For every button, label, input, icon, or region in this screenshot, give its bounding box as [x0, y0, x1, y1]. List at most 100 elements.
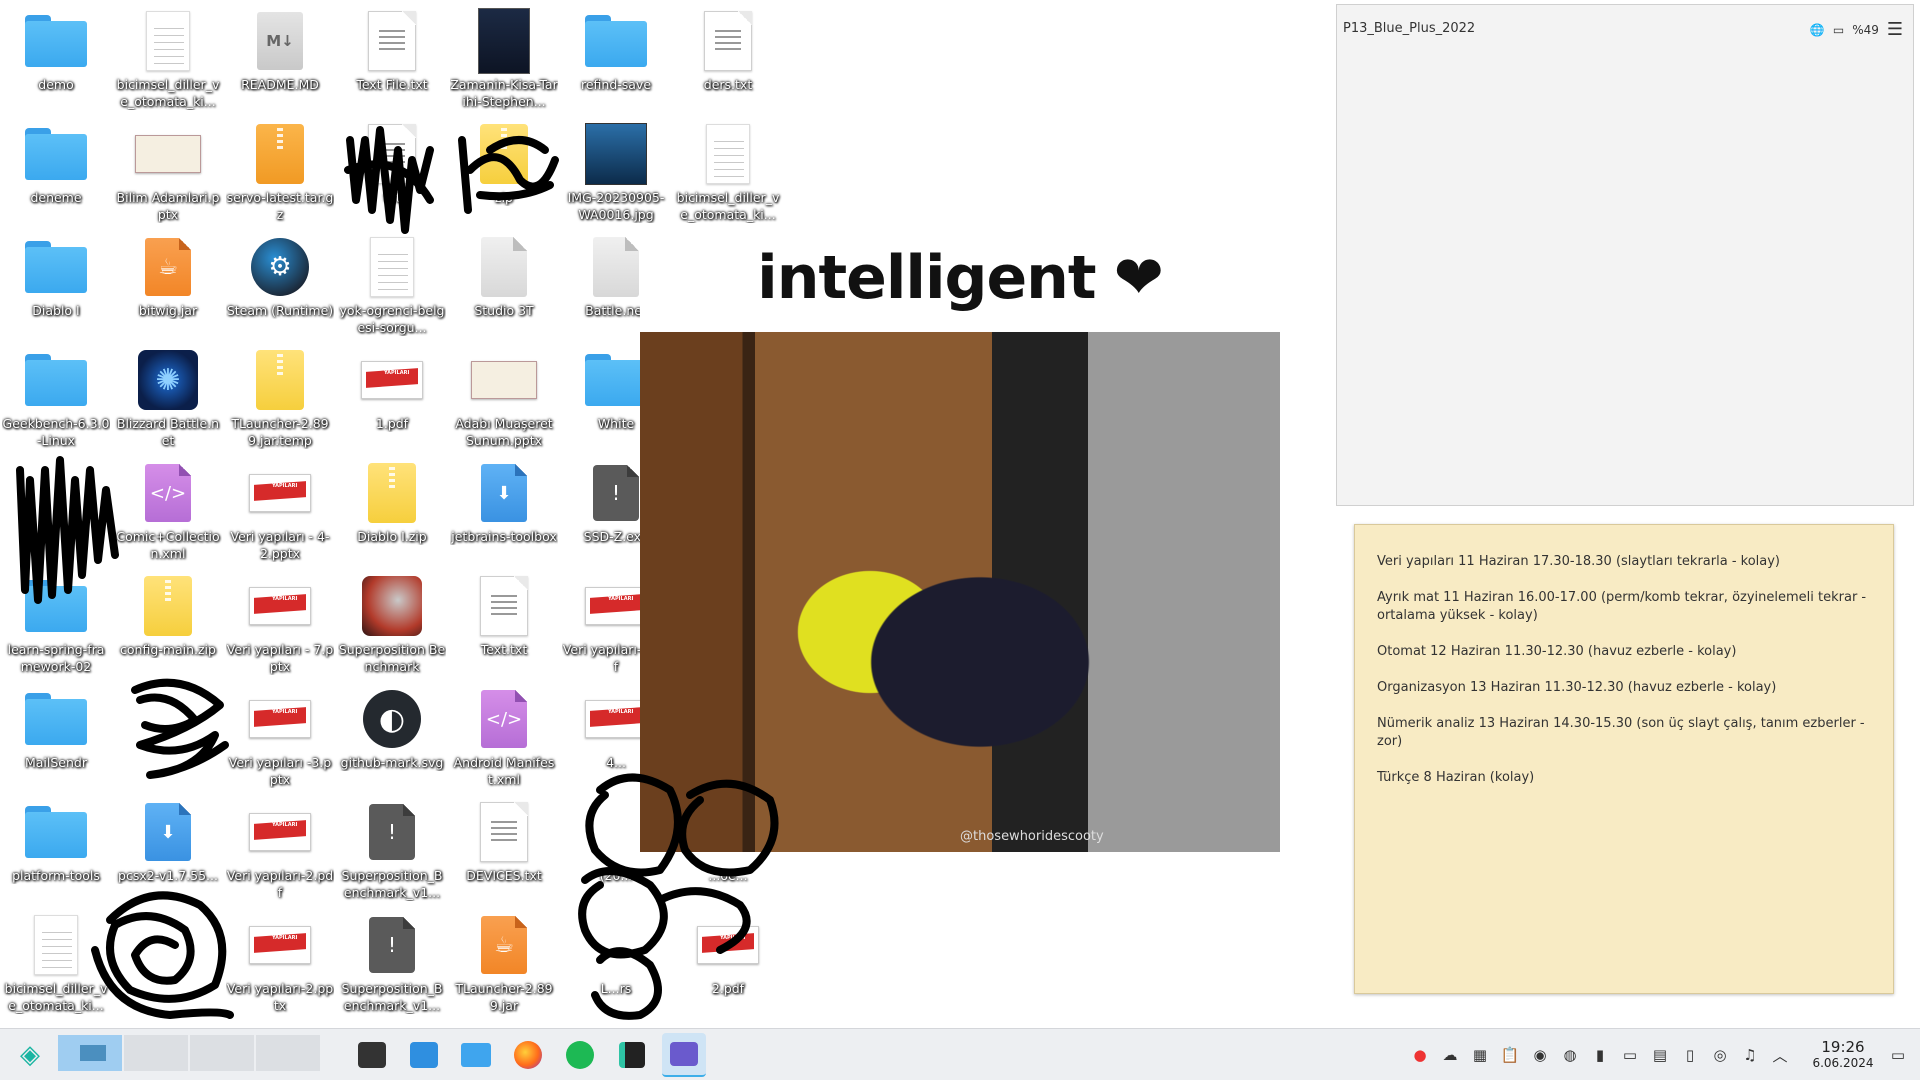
- desktop-icon[interactable]: IMG-20230905-WA0016.jpg: [560, 113, 672, 226]
- desktop-icon[interactable]: Text File.txt: [336, 0, 448, 113]
- network-alert-icon[interactable]: ●: [1406, 1041, 1434, 1069]
- desktop-icon[interactable]: ders.txt: [672, 0, 784, 113]
- pager-desktop-2[interactable]: [124, 1034, 188, 1071]
- display-icon[interactable]: ▭: [1616, 1041, 1644, 1069]
- desktop-icon[interactable]: platform-tools: [0, 791, 112, 904]
- desktop-icon[interactable]: VERİ YAPILARI 2.pdf: [672, 904, 784, 1017]
- desktop-icon[interactable]: Adabı Muaşeret Sunum.pptx: [448, 339, 560, 452]
- desktop-icon-glyph: [471, 347, 537, 413]
- desktop-icon[interactable]: </> Comic+Collection.xml: [112, 452, 224, 565]
- music-icon[interactable]: ♫: [1736, 1041, 1764, 1069]
- desktop-icon[interactable]: Diablo I.zip: [336, 452, 448, 565]
- meme-image[interactable]: intelligent ❤ @thosewhoridescooty: [640, 224, 1280, 852]
- desktop-icon[interactable]: ☕ TLauncher-2.899.jar: [448, 904, 560, 1017]
- desktop-icon[interactable]: Bilim Adamlari.pptx: [112, 113, 224, 226]
- pager-desktop-3[interactable]: [190, 1034, 254, 1071]
- generic-file-icon: [481, 237, 527, 297]
- desktop-icon[interactable]: learn-spring-framework-02: [0, 565, 112, 678]
- battery-icon[interactable]: ▯: [1676, 1041, 1704, 1069]
- desktop-icon[interactable]: Geekbench-6.3.0-Linux: [0, 339, 112, 452]
- desktop-icon[interactable]: yok-ogrenci-belgesi-sorgu...: [336, 226, 448, 339]
- desktop-icon[interactable]: bicimsel_diller_ve_otomata_ki...: [0, 904, 112, 1017]
- desktop-icon[interactable]: ⚙ Steam (Runtime): [224, 226, 336, 339]
- desktop-icon[interactable]: ⬇ pcsx2-v1.7.55...: [112, 791, 224, 904]
- desktop-icon[interactable]: VERİ YAPILARI Veri yapıları - 4-2.pptx: [224, 452, 336, 565]
- app-launcher-button[interactable]: ◈: [8, 1033, 52, 1077]
- desktop-icon[interactable]: txt: [336, 113, 448, 226]
- notes-widget[interactable]: P13_Blue_Plus_2022 🌐 ▭ %49 ☰: [1336, 4, 1914, 506]
- sticky-note[interactable]: Veri yapıları 11 Haziran 17.30-18.30 (sl…: [1354, 524, 1894, 994]
- terminal-button[interactable]: [610, 1033, 654, 1077]
- desktop-icon-label: README.MD: [241, 77, 319, 92]
- spotify-button[interactable]: [558, 1033, 602, 1077]
- task-manager-button[interactable]: [350, 1033, 394, 1077]
- clipboard-icon[interactable]: 📋: [1496, 1041, 1524, 1069]
- desktop-icon[interactable]: Text.txt: [448, 565, 560, 678]
- desktop-icon[interactable]: Diablo I: [0, 226, 112, 339]
- discover-button[interactable]: [402, 1033, 446, 1077]
- desktop-icon[interactable]: MailSendr: [0, 678, 112, 791]
- desktop-icon-glyph: [23, 686, 89, 752]
- desktop-icon[interactable]: demo: [0, 0, 112, 113]
- pdf-thumbnail-icon: VERİ YAPILARI: [249, 587, 311, 625]
- globe-icon[interactable]: ◉: [1526, 1041, 1554, 1069]
- battery-icon: ▭: [1832, 22, 1845, 37]
- desktop-icon-glyph: VERİ YAPILARI: [247, 912, 313, 978]
- desktop-icon[interactable]: ✺ Blizzard Battle.net: [112, 339, 224, 452]
- desktop-icon[interactable]: M↓ README.MD: [224, 0, 336, 113]
- pager-desktop-4[interactable]: [256, 1034, 320, 1071]
- pdf-thumbnail-icon: VERİ YAPILARI: [361, 361, 423, 399]
- desktop-icon[interactable]: </> Android Manifest.xml: [448, 678, 560, 791]
- desktop-icon[interactable]: Zamanin-Kisa-Tarihi-Stephen...: [448, 0, 560, 113]
- chevron-up-icon[interactable]: ︿: [1766, 1041, 1794, 1069]
- virtual-desktop-pager[interactable]: [58, 1034, 322, 1075]
- desktop-icon[interactable]: servo-latest.tar.gz: [224, 113, 336, 226]
- desktop-icon[interactable]: bicimsel_diller_ve_otomata_ki...: [672, 113, 784, 226]
- desktop-icon[interactable]: TLauncher-2.899.jar.temp: [224, 339, 336, 452]
- desktop-icon-glyph: [359, 460, 425, 526]
- desktop-icon[interactable]: zip: [448, 113, 560, 226]
- dolphin-button[interactable]: [454, 1033, 498, 1077]
- pager-desktop-1[interactable]: [58, 1034, 122, 1071]
- desktop-icon-glyph: [23, 912, 89, 978]
- desktop-icon[interactable]: ! Superposition_Benchmark_v1...: [336, 904, 448, 1017]
- clock[interactable]: 19:26 6.06.2024: [1803, 1039, 1883, 1071]
- desktop-icon-label: Veri yapıları - 4-2.pptx: [230, 529, 330, 561]
- firefox-icon: [514, 1040, 542, 1069]
- desktop-icon[interactable]: ! Superposition_Benchmark_v1...: [336, 791, 448, 904]
- desktop-icon-label: DEVICES.txt: [466, 868, 542, 883]
- desktop-icon[interactable]: Studio 3T: [448, 226, 560, 339]
- desktop-icon-label: TLauncher-2.899.jar: [455, 981, 553, 1013]
- pdf-thumbnail-icon: VERİ YAPILARI: [249, 813, 311, 851]
- desktop-icon[interactable]: VERİ YAPILARI 1.pdf: [336, 339, 448, 452]
- desktop-icon[interactable]: DEVICES.txt: [448, 791, 560, 904]
- text-file-icon: [368, 11, 416, 71]
- firefox-button[interactable]: [506, 1033, 550, 1077]
- desktop-icon[interactable]: bicimsel_diller_ve_otomata_ki...: [112, 0, 224, 113]
- desktop-icon[interactable]: config-main.zip: [112, 565, 224, 678]
- vpn-icon[interactable]: ◎: [1706, 1041, 1734, 1069]
- pdf-thumbnail-icon: VERİ YAPILARI: [585, 587, 647, 625]
- executable-icon: !: [369, 804, 415, 860]
- desktop-icon-glyph: [23, 799, 89, 865]
- desktop-icon[interactable]: Superposition Benchmark: [336, 565, 448, 678]
- desktop-icon[interactable]: ⬇ jetbrains-toolbox: [448, 452, 560, 565]
- usb-icon[interactable]: ▮: [1586, 1041, 1614, 1069]
- desktop-icon[interactable]: ◐ github-mark.svg: [336, 678, 448, 791]
- desktop-icon-glyph: [471, 121, 537, 187]
- desktop-icon[interactable]: refind-save: [560, 0, 672, 113]
- desktop-icon[interactable]: VERİ YAPILARI Veri yapıları-2.pdf: [224, 791, 336, 904]
- globe-icon[interactable]: ◍: [1556, 1041, 1584, 1069]
- desktop-icon[interactable]: VERİ YAPILARI Veri yapıları - 7.pptx: [224, 565, 336, 678]
- hamburger-icon[interactable]: ☰: [1887, 19, 1903, 40]
- desktop-icon[interactable]: deneme: [0, 113, 112, 226]
- screenshot-button[interactable]: [662, 1032, 706, 1077]
- desktop-icon[interactable]: VERİ YAPILARI Veri yapıları-2.pptx: [224, 904, 336, 1017]
- grid-icon[interactable]: ▦: [1466, 1041, 1494, 1069]
- show-desktop-icon[interactable]: ▭: [1884, 1041, 1912, 1069]
- card-icon[interactable]: ▤: [1646, 1041, 1674, 1069]
- generic-file-icon: [593, 237, 639, 297]
- desktop-icon[interactable]: ☕ bitwig.jar: [112, 226, 224, 339]
- cloud-icon[interactable]: ☁: [1436, 1041, 1464, 1069]
- desktop-icon[interactable]: VERİ YAPILARI Veri yapıları -3.pptx: [224, 678, 336, 791]
